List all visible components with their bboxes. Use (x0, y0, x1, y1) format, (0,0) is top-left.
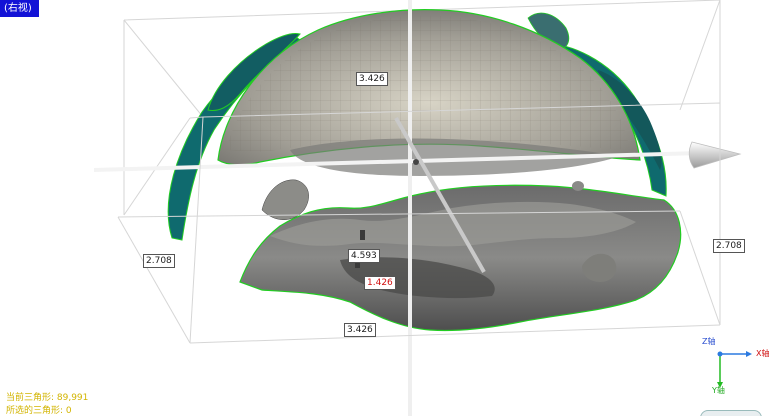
selected-triangles-status: 所选的三角形: 0 (6, 406, 72, 416)
corner-control-button[interactable] (700, 410, 762, 416)
dimension-label-top: 3.426 (356, 72, 388, 86)
axis-gizmo[interactable]: Z轴 X轴 Y轴 (700, 336, 780, 396)
dimension-label-left: 2.708 (143, 254, 175, 268)
dimension-label-center: 4.593 (348, 249, 380, 263)
axis-label-z: Z轴 (702, 337, 716, 346)
scan-bump-left (261, 179, 309, 220)
marker-tick (360, 230, 365, 240)
scan-scene[interactable] (0, 0, 781, 416)
scan-knob (572, 181, 584, 191)
dimension-label-right: 2.708 (713, 239, 745, 253)
axis-label-x: X轴 (756, 349, 770, 358)
3d-viewport[interactable]: (右视) 3.426 2.708 2.708 3.426 4.593 1.426… (0, 0, 781, 416)
axis-arrowhead-icon (688, 141, 742, 169)
dimension-label-bottom: 3.426 (344, 323, 376, 337)
dimension-label-center-low: 1.426 (364, 276, 396, 290)
current-triangles-status: 当前三角形: 89,991 (6, 393, 89, 403)
axis-label-y: Y轴 (712, 386, 725, 395)
axis-origin (413, 159, 419, 165)
view-label[interactable]: (右视) (0, 0, 39, 17)
